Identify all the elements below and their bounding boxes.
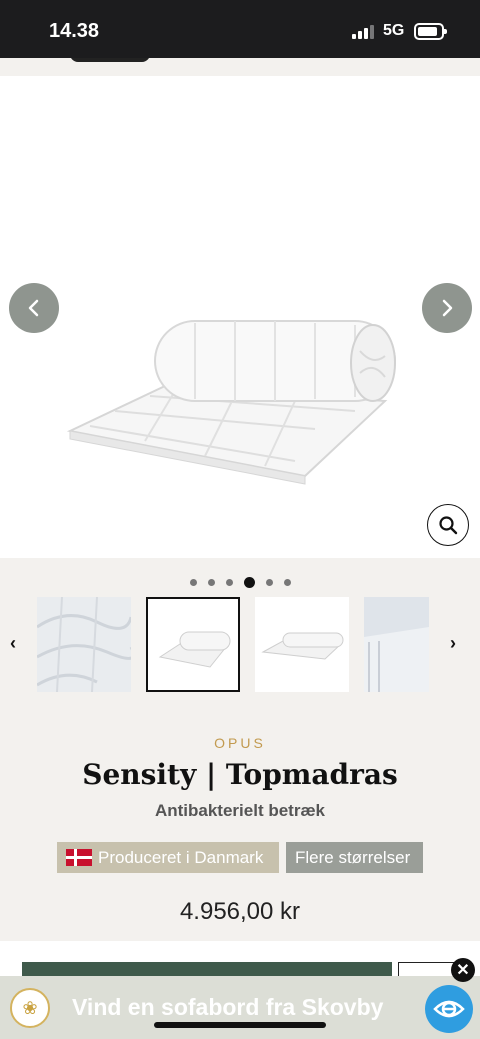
mattress-image xyxy=(66,320,396,485)
made-in-label: Produceret i Danmark xyxy=(98,847,264,867)
made-in-denmark-badge: Produceret i Danmark xyxy=(57,842,279,873)
product-image-main[interactable] xyxy=(0,76,480,558)
previous-image-button[interactable] xyxy=(9,283,59,333)
thumbnail-rolled-front[interactable] xyxy=(146,597,240,692)
signal-icon xyxy=(352,25,374,39)
product-subtitle: Antibakterielt betræk xyxy=(154,801,326,820)
eye-icon[interactable] xyxy=(425,985,473,1033)
thumbnail-strip: ‹ › xyxy=(0,597,480,692)
denmark-flag-icon xyxy=(66,849,92,866)
thumbnail-image xyxy=(364,597,429,692)
thumbnail-image xyxy=(148,599,238,690)
gallery-pagination xyxy=(0,576,480,588)
network-label: 5G xyxy=(383,22,405,39)
thumbnail-image xyxy=(255,597,349,692)
chevron-left-icon xyxy=(28,299,39,317)
pagination-dot[interactable] xyxy=(189,578,197,586)
product-title: Sensity | Topmadras xyxy=(82,758,398,791)
thumbnail-rolled-side[interactable] xyxy=(255,597,349,692)
pagination-dot[interactable] xyxy=(225,578,233,586)
more-sizes-badge[interactable]: Flere størrelser xyxy=(286,842,423,873)
site-logo[interactable] xyxy=(70,58,150,62)
thumbnail-image xyxy=(37,597,131,692)
pagination-dot[interactable] xyxy=(265,578,273,586)
pagination-dot[interactable] xyxy=(207,578,215,586)
battery-icon xyxy=(414,23,447,40)
close-icon[interactable]: ✕ xyxy=(451,958,475,982)
thumbnail-prev-icon[interactable]: ‹ xyxy=(10,633,16,654)
home-indicator xyxy=(154,1022,326,1028)
ad-text[interactable]: Vind en sofabord fra Skovby xyxy=(72,994,383,1021)
thumbnail-corner-detail[interactable] xyxy=(364,597,429,692)
pagination-dot-active[interactable] xyxy=(243,576,255,588)
site-header xyxy=(0,58,480,76)
more-sizes-label: Flere størrelser xyxy=(295,847,411,867)
pagination-dot[interactable] xyxy=(283,578,291,586)
product-price: 4.956,00 kr xyxy=(179,898,301,925)
status-bar: 14.38 5G xyxy=(0,0,480,58)
chevron-right-icon xyxy=(442,299,453,317)
next-image-button[interactable] xyxy=(422,283,472,333)
zoom-button[interactable] xyxy=(427,504,469,546)
thumbnail-next-icon[interactable]: › xyxy=(450,633,456,654)
product-brand[interactable]: OPUS xyxy=(0,735,480,751)
eye-icon-graphic xyxy=(433,1000,465,1018)
status-time: 14.38 xyxy=(49,20,100,42)
ad-logo-icon: ❀ xyxy=(10,988,50,1028)
thumbnail-quilt-closeup[interactable] xyxy=(37,597,131,692)
search-icon xyxy=(439,516,458,535)
